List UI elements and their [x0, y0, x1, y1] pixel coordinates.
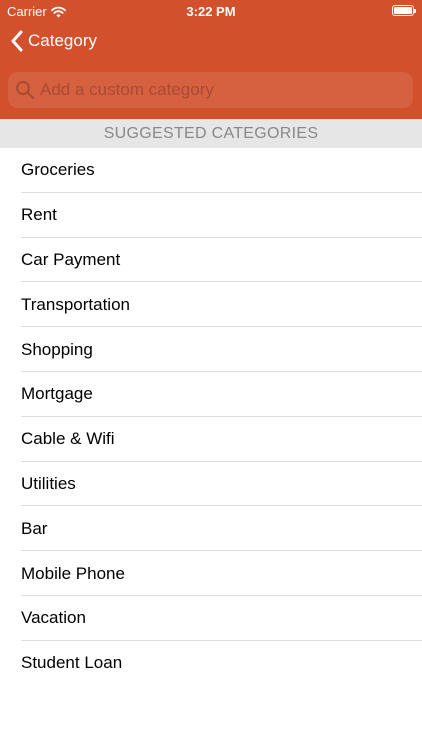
list-item[interactable]: Transportation: [0, 282, 422, 328]
search-input[interactable]: [40, 80, 400, 100]
list-item[interactable]: Rent: [0, 193, 422, 238]
list-item-label: Car Payment: [21, 249, 121, 269]
list-item[interactable]: Cable & Wifi: [0, 417, 422, 462]
list-item[interactable]: Mortgage: [0, 372, 422, 417]
list-item-label: Bar: [21, 518, 48, 538]
list-item-label: Student Loan: [21, 653, 123, 673]
back-label: Category: [28, 31, 97, 50]
status-bar: Carrier 3:22 PM: [0, 0, 422, 22]
section-header: SUGGESTED CATEGORIES: [0, 119, 422, 148]
chevron-left-icon: [11, 30, 23, 52]
list-item-label: Transportation: [21, 294, 130, 314]
header: Carrier 3:22 PM Category: [0, 0, 422, 119]
list-item[interactable]: Groceries: [0, 148, 422, 193]
list-item[interactable]: Car Payment: [0, 238, 422, 283]
list-item-label: Rent: [21, 205, 57, 225]
list-item[interactable]: Vacation: [0, 596, 422, 641]
list-item-label: Mortgage: [21, 384, 93, 404]
list-item-label: Vacation: [21, 608, 86, 628]
search-bar[interactable]: [8, 72, 413, 108]
list-item[interactable]: Bar: [0, 506, 422, 552]
list-item-label: Groceries: [21, 160, 95, 180]
list-item-label: Utilities: [21, 473, 76, 493]
list-item-label: Mobile Phone: [21, 563, 125, 583]
category-list: Groceries Rent Car Payment Transportatio…: [0, 148, 422, 686]
list-item[interactable]: Utilities: [0, 462, 422, 507]
list-item[interactable]: Shopping: [0, 327, 422, 372]
list-item-label: Shopping: [21, 339, 93, 359]
list-item[interactable]: Student Loan: [0, 641, 422, 686]
status-time: 3:22 PM: [186, 4, 236, 19]
list-item[interactable]: Mobile Phone: [0, 551, 422, 596]
battery-icon: [392, 5, 416, 16]
nav-bar: Category: [0, 22, 422, 66]
search-icon: [16, 81, 35, 100]
list-item-label: Cable & Wifi: [21, 429, 115, 449]
back-button[interactable]: Category: [10, 30, 97, 52]
